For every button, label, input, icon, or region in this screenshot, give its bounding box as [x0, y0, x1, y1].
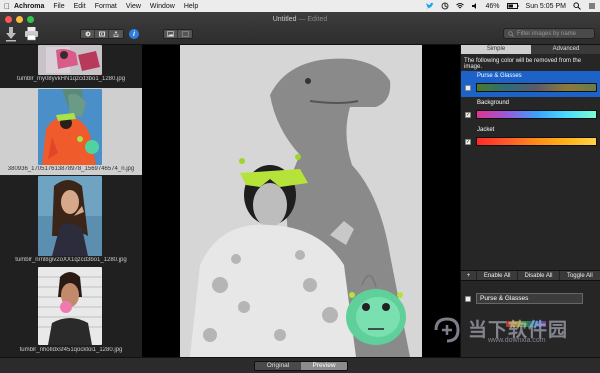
volume-icon[interactable] — [471, 2, 479, 10]
battery-icon[interactable] — [506, 2, 519, 10]
watermark-url: www.downxia.com — [488, 337, 546, 344]
sync-icon[interactable] — [441, 2, 449, 10]
image-list-item[interactable]: tumblr_nrnl8giv2oXX1qzcd3bo1_1280.jpg — [0, 175, 142, 264]
battery-percent: 46% — [485, 2, 500, 10]
site-watermark: 当下软件园 www.downxia.com — [428, 313, 594, 347]
app-menu[interactable]: Achroma — [14, 3, 44, 10]
view-toggle-group — [163, 29, 193, 39]
share-icon — [113, 31, 119, 37]
color-item-label: Background — [477, 100, 510, 106]
menu-edit[interactable]: Edit — [74, 3, 86, 10]
color-edit-row: Purse & Glasses — [461, 292, 600, 306]
edit-color-checkbox[interactable] — [465, 296, 471, 302]
view-mode-toggle: Original Preview — [254, 361, 348, 371]
color-gradient-bar[interactable] — [476, 110, 597, 119]
color-item-background[interactable]: Background ✓ — [461, 98, 600, 124]
menu-bar:  Achroma File Edit Format View Window H… — [0, 0, 600, 12]
split-view-button[interactable] — [178, 30, 192, 38]
wifi-icon[interactable] — [455, 2, 464, 10]
panel-info-text: The following color will be removed from… — [464, 58, 582, 70]
enable-all-button[interactable]: Enable All — [477, 271, 519, 280]
edited-indicator: — Edited — [298, 16, 328, 23]
menu-window[interactable]: Window — [150, 3, 175, 10]
search-input[interactable]: Filter images by name — [503, 28, 595, 39]
share-button[interactable] — [109, 30, 123, 38]
mode-tabs: Simple Advanced — [461, 45, 600, 54]
thumbnail-image — [38, 176, 102, 256]
tab-preview[interactable]: Preview — [301, 362, 347, 370]
document-title: Untitled — [272, 16, 297, 23]
spotlight-search-icon[interactable] — [573, 2, 581, 10]
apple-menu-icon[interactable]:  — [0, 2, 14, 11]
thumbnail-caption: 380936_170517613878978_1569746574_n.jpg — [7, 166, 135, 172]
thumbnail-caption: tumblr_nhoIldxsf451qocktoi1_1280.jpg — [19, 347, 123, 353]
import-icon[interactable] — [5, 26, 17, 42]
notification-center-icon[interactable] — [588, 2, 596, 10]
toggle-all-button[interactable]: Toggle All — [560, 271, 600, 280]
image-list-item[interactable]: tumblr_nhoIldxsf451qocktoi1_1280.jpg — [0, 264, 142, 357]
play-icon — [98, 31, 105, 37]
color-gradient-bar[interactable] — [476, 137, 597, 146]
color-item-jacket[interactable]: Jacket ✓ — [461, 125, 600, 151]
color-name-field[interactable]: Purse & Glasses — [476, 293, 583, 304]
play-button[interactable] — [95, 30, 109, 38]
disable-all-button[interactable]: Disable All — [518, 271, 560, 280]
twitter-icon[interactable] — [425, 2, 434, 10]
thumbnail-image — [38, 89, 102, 165]
toolbar-segment-group — [80, 29, 124, 39]
image-list-sidebar[interactable]: tumblr_my08yvkHN1qzcd3bo1_1280.jpg 38093… — [0, 45, 142, 357]
thumbnail-image — [38, 45, 102, 75]
rewind-icon — [85, 31, 90, 37]
color-gradient-bar[interactable] — [476, 83, 597, 92]
bottom-bar: Original Preview — [0, 357, 600, 373]
split-icon — [181, 31, 189, 37]
compare-view-button[interactable] — [164, 30, 178, 38]
color-item-checkbox[interactable]: ✓ — [465, 112, 471, 118]
menu-help[interactable]: Help — [184, 3, 198, 10]
color-item-label: Purse & Glasses — [477, 73, 522, 79]
search-placeholder: Filter images by name — [517, 30, 577, 37]
thumbnail-image — [38, 267, 102, 345]
image-list-item-selected[interactable]: 380936_170517613878978_1569746574_n.jpg — [0, 88, 142, 175]
color-actions-bar: + Enable All Disable All Toggle All — [461, 270, 600, 281]
thumbnail-caption: tumblr_nrnl8giv2oXX1qzcd3bo1_1280.jpg — [15, 257, 127, 263]
add-color-button[interactable]: + — [461, 271, 477, 280]
tab-original[interactable]: Original — [255, 362, 301, 370]
color-item-purse-glasses[interactable]: Purse & Glasses — [461, 71, 600, 97]
image-list-item[interactable]: tumblr_my08yvkHN1qzcd3bo1_1280.jpg — [0, 45, 142, 88]
tab-advanced[interactable]: Advanced — [531, 45, 600, 54]
info-button[interactable]: i — [129, 29, 139, 39]
thumbnail-caption: tumblr_my08yvkHN1qzcd3bo1_1280.jpg — [16, 76, 126, 82]
tab-simple[interactable]: Simple — [461, 45, 531, 54]
window-title: Untitled — Edited — [0, 16, 600, 23]
image-canvas[interactable] — [142, 45, 460, 357]
color-removal-panel: Simple Advanced The following color will… — [460, 45, 600, 357]
color-item-checkbox[interactable]: ✓ — [465, 139, 471, 145]
color-item-checkbox[interactable] — [465, 85, 471, 91]
menu-view[interactable]: View — [126, 3, 141, 10]
color-item-label: Jacket — [477, 127, 495, 133]
clock[interactable]: Sun 5:05 PM — [526, 3, 566, 10]
search-icon — [508, 30, 514, 37]
print-icon[interactable] — [24, 26, 39, 41]
menu-format[interactable]: Format — [95, 3, 117, 10]
watermark-logo-icon — [434, 317, 460, 343]
rewind-button[interactable] — [81, 30, 95, 38]
menu-file[interactable]: File — [53, 3, 64, 10]
window-toolbar: Untitled — Edited i Filter images by nam… — [0, 12, 600, 45]
preview-image — [180, 45, 422, 357]
image-icon — [167, 31, 174, 37]
